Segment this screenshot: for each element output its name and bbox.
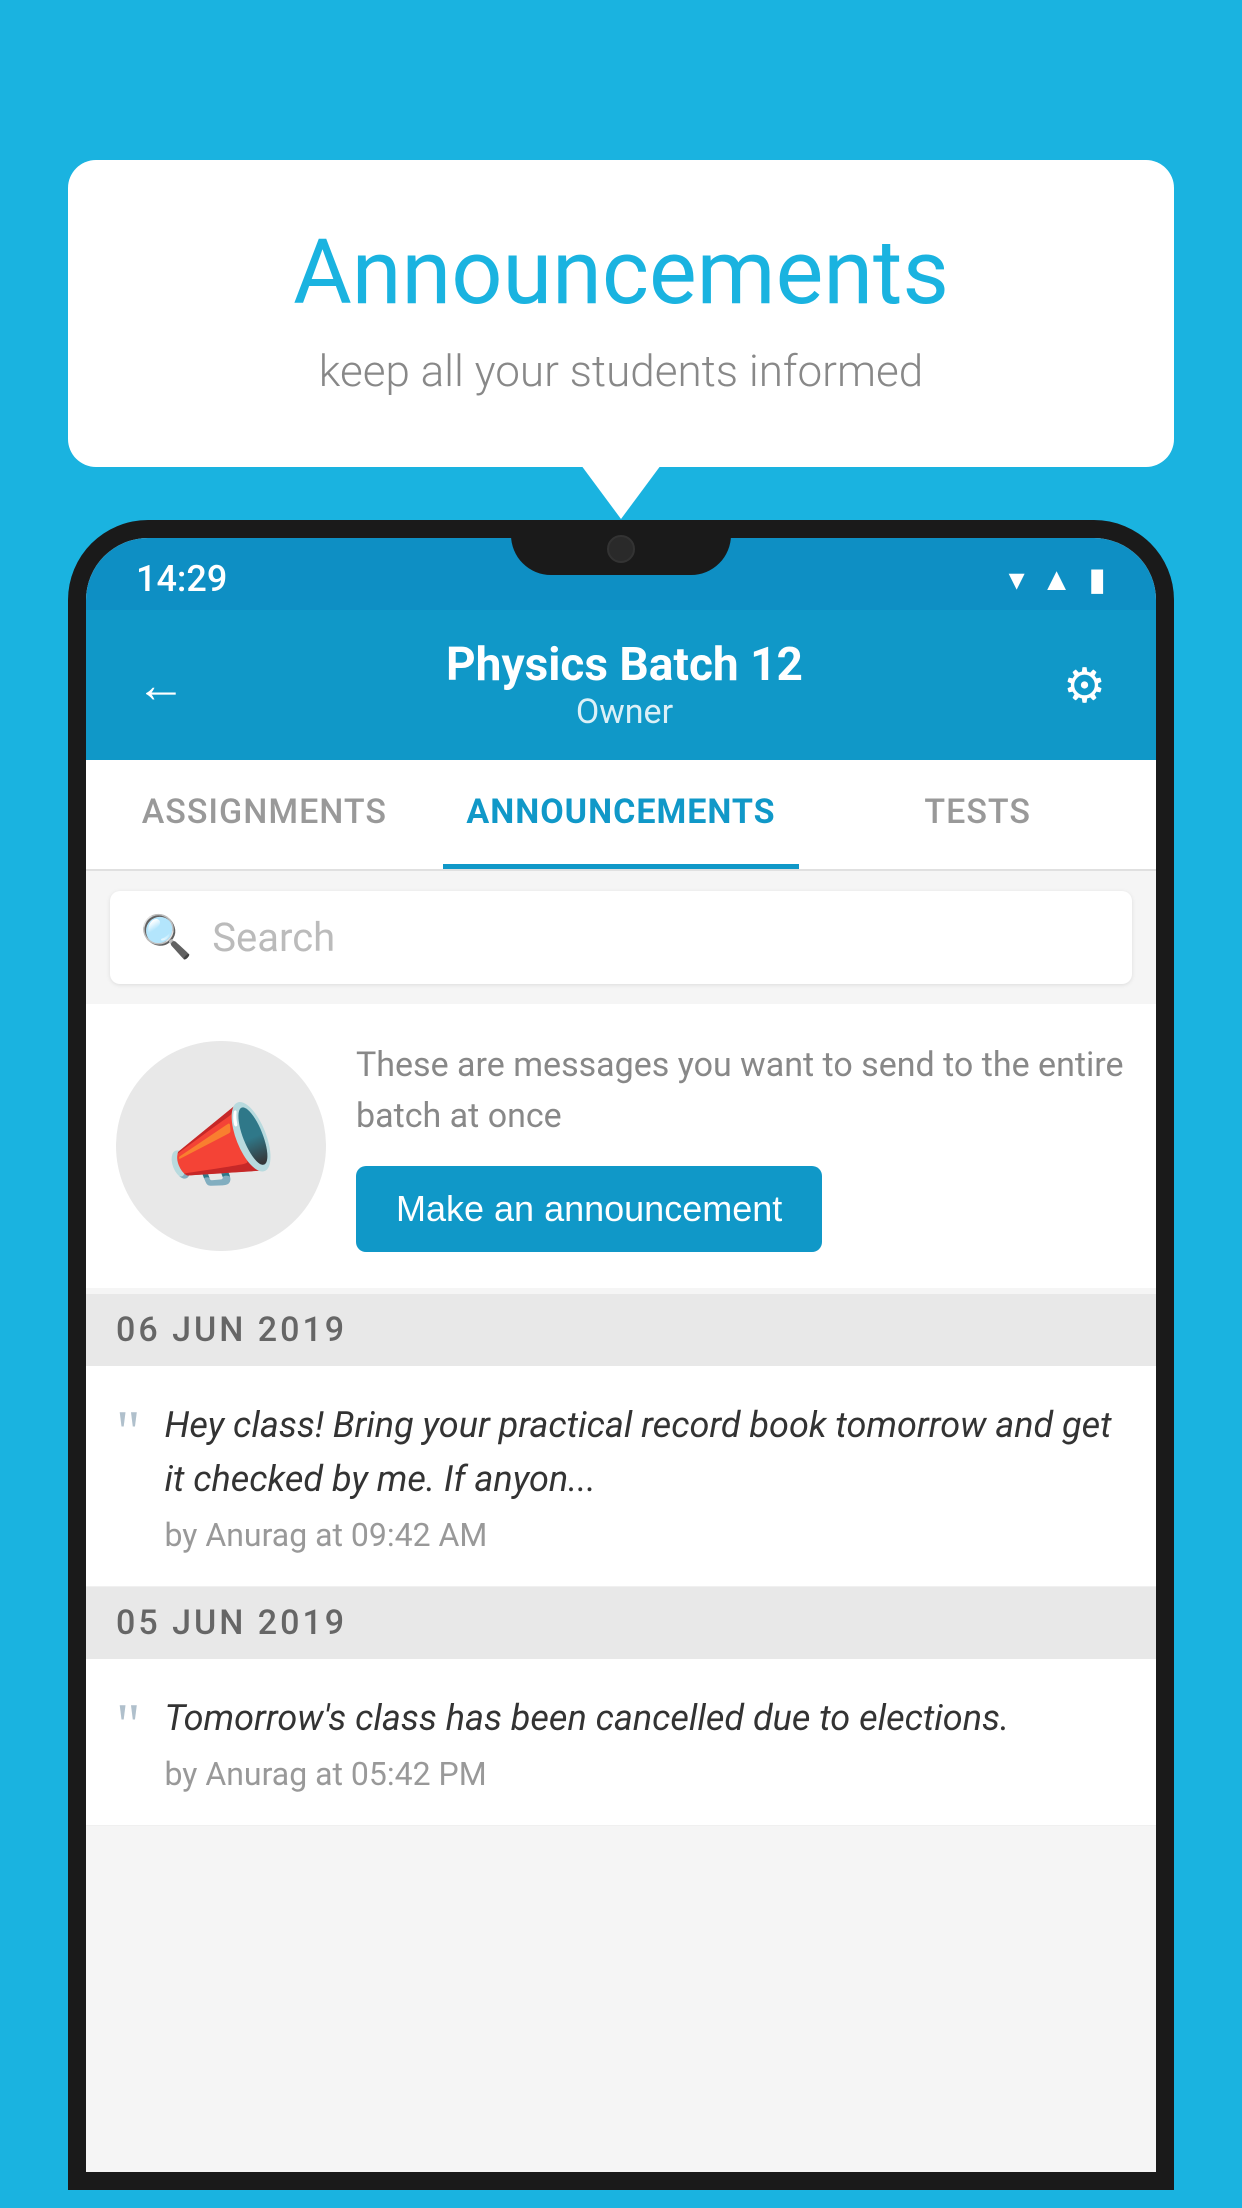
header-center: Physics Batch 12 Owner	[446, 638, 803, 732]
tab-tests[interactable]: TESTS	[799, 760, 1156, 869]
app-header: ← Physics Batch 12 Owner ⚙	[86, 610, 1156, 760]
speech-bubble-title: Announcements	[148, 220, 1094, 325]
back-button[interactable]: ←	[136, 656, 186, 715]
announcement-text-wrap-2: Tomorrow's class has been cancelled due …	[165, 1691, 1127, 1793]
header-title: Physics Batch 12	[446, 638, 803, 692]
promo-text-area: These are messages you want to send to t…	[356, 1040, 1126, 1252]
wifi-icon: ▾	[1009, 560, 1025, 598]
announcement-text-2: Tomorrow's class has been cancelled due …	[165, 1691, 1127, 1745]
quote-icon-2: "	[116, 1695, 141, 1755]
tab-announcements[interactable]: ANNOUNCEMENTS	[443, 760, 800, 869]
announcement-item-1[interactable]: " Hey class! Bring your practical record…	[86, 1366, 1156, 1587]
status-time: 14:29	[136, 558, 227, 600]
content-area: 🔍 Search 📣 These are messages you want t…	[86, 871, 1156, 2172]
phone-container: 14:29 ▾ ▲ ▮ ← Physics Batch 12 Owner ⚙ A…	[68, 520, 1174, 2208]
battery-icon: ▮	[1088, 560, 1106, 598]
announcement-text-wrap-1: Hey class! Bring your practical record b…	[165, 1398, 1127, 1554]
promo-description: These are messages you want to send to t…	[356, 1040, 1126, 1142]
date-header-1: 06 JUN 2019	[86, 1294, 1156, 1366]
announcement-meta-2: by Anurag at 05:42 PM	[165, 1755, 1127, 1793]
status-icons: ▾ ▲ ▮	[1009, 560, 1106, 598]
search-bar[interactable]: 🔍 Search	[110, 891, 1132, 984]
tabs-container: ASSIGNMENTS ANNOUNCEMENTS TESTS	[86, 760, 1156, 871]
megaphone-icon: 📣	[165, 1094, 277, 1199]
phone-screen: 14:29 ▾ ▲ ▮ ← Physics Batch 12 Owner ⚙ A…	[86, 538, 1156, 2172]
settings-button[interactable]: ⚙	[1063, 657, 1106, 714]
speech-bubble-subtitle: keep all your students informed	[148, 345, 1094, 397]
tab-assignments[interactable]: ASSIGNMENTS	[86, 760, 443, 869]
date-header-2: 05 JUN 2019	[86, 1587, 1156, 1659]
phone-frame: 14:29 ▾ ▲ ▮ ← Physics Batch 12 Owner ⚙ A…	[68, 520, 1174, 2190]
announcement-item-2[interactable]: " Tomorrow's class has been cancelled du…	[86, 1659, 1156, 1826]
search-icon: 🔍	[140, 913, 192, 962]
quote-icon-1: "	[116, 1402, 141, 1462]
phone-camera	[607, 535, 635, 563]
announcement-meta-1: by Anurag at 09:42 AM	[165, 1516, 1127, 1554]
speech-bubble: Announcements keep all your students inf…	[68, 160, 1174, 467]
phone-notch	[511, 520, 731, 575]
make-announcement-button[interactable]: Make an announcement	[356, 1166, 822, 1252]
signal-icon: ▲	[1041, 560, 1073, 598]
search-placeholder: Search	[212, 914, 335, 961]
header-subtitle: Owner	[446, 692, 803, 732]
promo-icon-circle: 📣	[116, 1041, 326, 1251]
announcement-text-1: Hey class! Bring your practical record b…	[165, 1398, 1127, 1506]
announcement-promo: 📣 These are messages you want to send to…	[86, 1004, 1156, 1288]
speech-bubble-container: Announcements keep all your students inf…	[68, 160, 1174, 467]
